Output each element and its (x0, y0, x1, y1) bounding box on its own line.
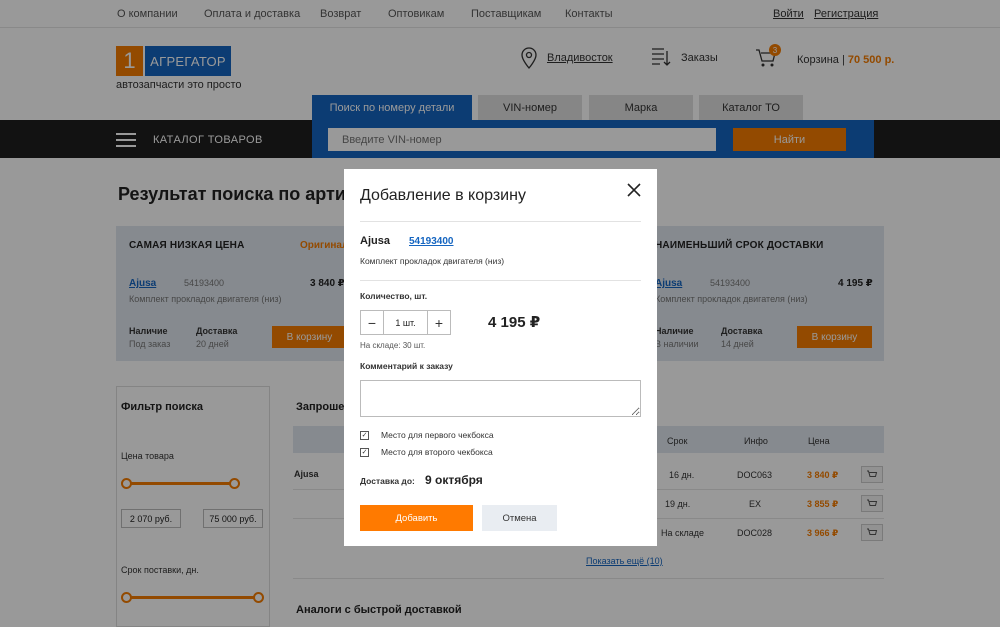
modal-brand: Ajusa (360, 235, 390, 247)
decrease-button[interactable]: − (361, 311, 383, 334)
cancel-button[interactable]: Отмена (482, 505, 557, 531)
quantity-value[interactable]: 1 шт. (383, 311, 428, 334)
comment-label: Комментарий к заказу (360, 361, 453, 371)
close-icon[interactable] (626, 182, 642, 198)
checkbox-1-label: Место для первого чекбокса (381, 430, 494, 440)
checkbox-row-1[interactable]: ✓ Место для первого чекбокса (360, 430, 494, 440)
modal-divider (360, 280, 641, 281)
modal-description: Комплект прокладок двигателя (низ) (360, 256, 505, 266)
modal-price: 4 195 ₽ (488, 314, 541, 331)
stock-info: На складе: 30 шт. (360, 341, 426, 350)
comment-textarea[interactable] (360, 380, 641, 417)
delivery-date: 9 октября (425, 473, 483, 487)
checkbox-row-2[interactable]: ✓ Место для второго чекбокса (360, 447, 493, 457)
modal-divider (360, 221, 641, 222)
checkbox-2-label: Место для второго чекбокса (381, 447, 493, 457)
delivery-label: Доставка до: (360, 476, 415, 486)
add-to-cart-modal: Добавление в корзину Ajusa 54193400 Комп… (344, 169, 657, 546)
checkbox-1[interactable]: ✓ (360, 430, 369, 440)
quantity-label: Количество, шт. (360, 291, 428, 301)
add-button[interactable]: Добавить (360, 505, 473, 531)
modal-article-link[interactable]: 54193400 (409, 236, 454, 247)
checkbox-2[interactable]: ✓ (360, 447, 369, 457)
quantity-stepper: − 1 шт. + (360, 310, 451, 335)
increase-button[interactable]: + (428, 311, 450, 334)
modal-title: Добавление в корзину (360, 187, 526, 204)
